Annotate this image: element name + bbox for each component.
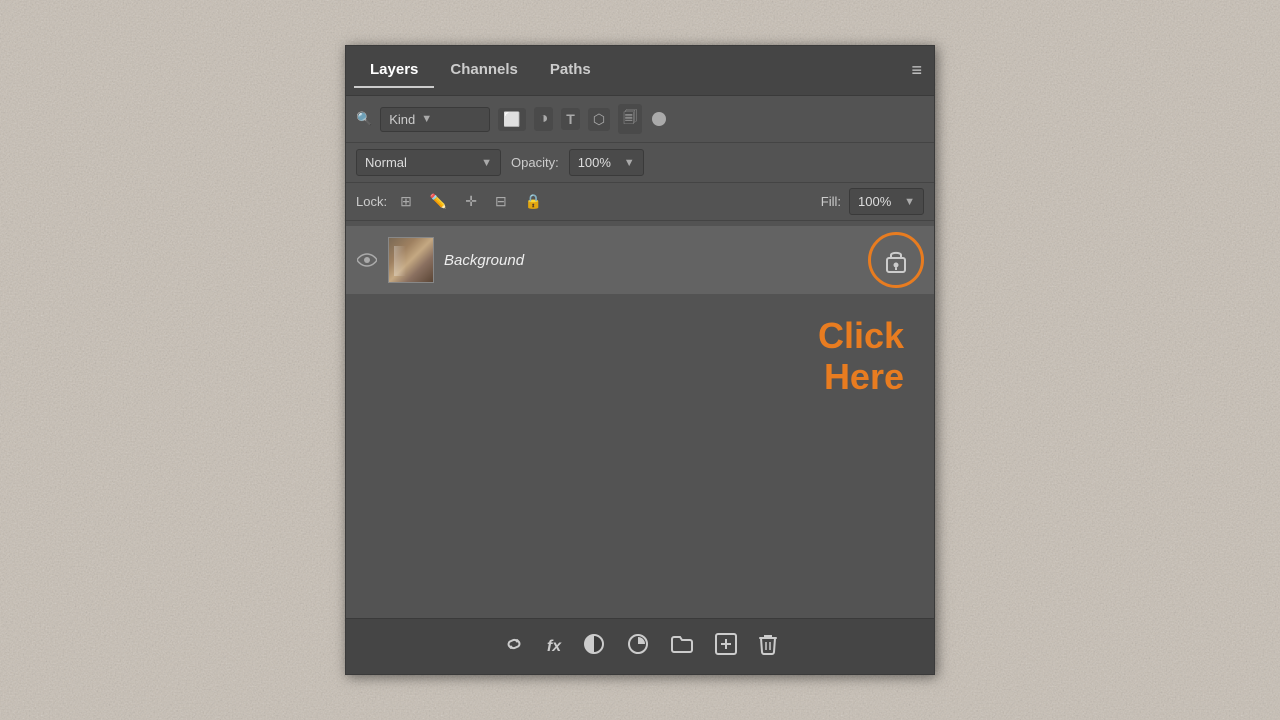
folder-icon[interactable]	[667, 631, 697, 662]
image-filter-icon[interactable]: ⬜	[498, 108, 525, 131]
tab-channels[interactable]: Channels	[434, 53, 534, 88]
fx-icon[interactable]: fx	[543, 634, 565, 660]
text-filter-icon[interactable]: T	[561, 108, 580, 130]
layer-background[interactable]: Background	[346, 226, 934, 294]
blend-chevron: ▼	[481, 157, 492, 169]
adjustment-icon[interactable]	[623, 629, 653, 664]
layer-name: Background	[444, 252, 858, 269]
adjustment-filter-icon[interactable]: ◑	[534, 107, 554, 131]
fill-value: 100%	[858, 194, 891, 209]
click-here-line2: Here	[824, 356, 904, 397]
opacity-dropdown[interactable]: 100% ▼	[569, 149, 644, 176]
lock-row: Lock: ⊞ ✏️ ✛ ⊟ 🔒 Fill: 100% ▼	[346, 183, 934, 221]
link-icon[interactable]	[499, 629, 529, 664]
layers-list: Background Click Here	[346, 221, 934, 618]
opacity-label: Opacity:	[511, 155, 559, 170]
fill-chevron: ▼	[904, 196, 915, 208]
kind-chevron: ▼	[421, 113, 432, 125]
shape-filter-icon[interactable]: ⬡	[588, 108, 610, 131]
blend-mode-value: Normal	[365, 155, 407, 170]
kind-dropdown[interactable]: Kind ▼	[380, 107, 490, 132]
tab-layers[interactable]: Layers	[354, 53, 434, 88]
lock-transparency-icon[interactable]: ⊞	[395, 190, 417, 213]
click-here-line1: Click	[818, 315, 904, 356]
dot-filter-icon[interactable]	[652, 112, 666, 126]
filter-row: 🔍 Kind ▼ ⬜ ◑ T ⬡ 🗐	[346, 96, 934, 143]
layer-lock-badge[interactable]	[868, 232, 924, 288]
click-here-annotation: Click Here	[346, 295, 934, 408]
lock-label: Lock:	[356, 194, 387, 209]
lock-icon	[885, 247, 907, 273]
lock-image-icon[interactable]: ✏️	[425, 190, 452, 213]
tab-bar: Layers Channels Paths ≡	[346, 46, 934, 96]
mask-icon[interactable]	[579, 629, 609, 664]
blend-mode-dropdown[interactable]: Normal ▼	[356, 149, 501, 176]
layer-thumbnail	[388, 237, 434, 283]
delete-icon[interactable]	[755, 629, 781, 664]
lock-position-icon[interactable]: ✛	[460, 190, 482, 213]
lock-all-icon[interactable]: 🔒	[520, 190, 547, 213]
layer-visibility-icon[interactable]	[356, 249, 378, 271]
lock-artboard-icon[interactable]: ⊟	[490, 190, 512, 213]
opacity-value: 100%	[578, 155, 611, 170]
layers-panel: Layers Channels Paths ≡ 🔍 Kind ▼ ⬜ ◑ T ⬡…	[345, 45, 935, 675]
bottom-toolbar: fx	[346, 618, 934, 674]
tab-paths[interactable]: Paths	[534, 53, 607, 88]
search-icon: 🔍	[356, 111, 372, 127]
smartobject-filter-icon[interactable]: 🗐	[618, 104, 642, 134]
new-layer-icon[interactable]	[711, 629, 741, 664]
opacity-chevron: ▼	[624, 157, 635, 169]
fill-dropdown[interactable]: 100% ▼	[849, 188, 924, 215]
fill-label: Fill:	[821, 194, 841, 209]
kind-label: Kind	[389, 112, 415, 127]
panel-menu-icon[interactable]: ≡	[911, 60, 922, 81]
blend-row: Normal ▼ Opacity: 100% ▼	[346, 143, 934, 183]
